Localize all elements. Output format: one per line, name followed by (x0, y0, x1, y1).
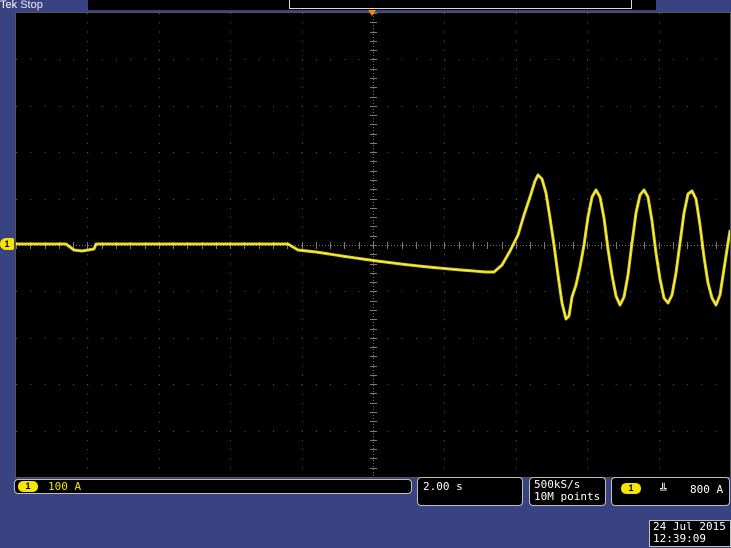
record-length: 10M points (534, 490, 601, 503)
channel1-ground-marker[interactable]: 1 (0, 238, 14, 250)
time-label: 12:39:09 (653, 532, 706, 545)
brand-label: Tek (0, 0, 18, 11)
trigger-source-badge: 1 (621, 483, 641, 494)
run-state-label: Stop (20, 0, 43, 11)
channel1-readout[interactable]: 1 100 A (14, 479, 412, 494)
acquisition-status: Tek Stop (0, 0, 43, 12)
acquisition-readout[interactable]: 500kS/s 10M points (529, 477, 606, 506)
waveform-display (15, 12, 731, 478)
timebase-scale: 2.00 s (423, 480, 463, 493)
date-time-readout: 24 Jul 2015 12:39:09 (649, 520, 731, 547)
graticule (16, 13, 730, 477)
trigger-level: 800 A (690, 483, 724, 496)
timebase-readout[interactable]: 2.00 s (417, 477, 523, 506)
record-view-window[interactable] (289, 0, 632, 9)
trigger-readout[interactable]: 1 ╩ 800 A (611, 477, 730, 506)
channel1-badge: 1 (18, 481, 38, 492)
trigger-position-icon[interactable] (368, 10, 376, 16)
channel1-scale: 100 A (48, 480, 82, 493)
record-overview-strip (88, 0, 656, 10)
top-status-bar: Tek Stop (0, 0, 731, 12)
falling-edge-icon: ╩ (660, 483, 667, 496)
